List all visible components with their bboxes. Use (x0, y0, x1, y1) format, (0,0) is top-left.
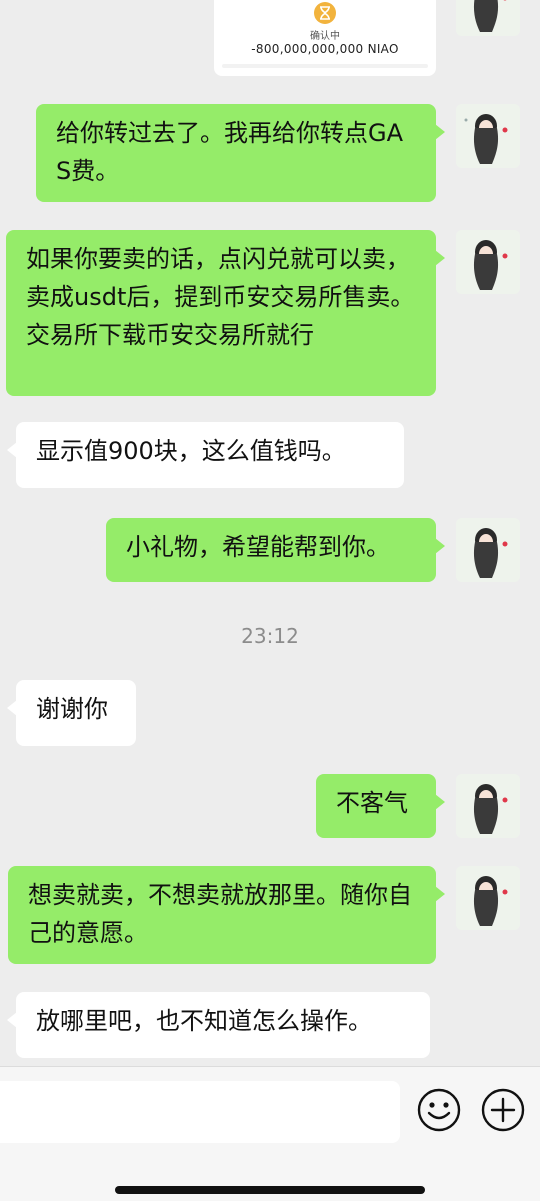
message-timestamp: 23:12 (241, 624, 299, 648)
emoji-icon[interactable] (416, 1087, 462, 1133)
contact-avatar[interactable] (456, 104, 520, 168)
home-indicator (115, 1186, 425, 1194)
transfer-status: 确认中 (310, 31, 340, 42)
message-bubble[interactable]: 给你转过去了。我再给你转点GAS费。 (36, 104, 445, 202)
message-bubble[interactable]: 想卖就卖，不想卖就放那里。随你自己的意愿。 (8, 866, 445, 964)
contact-avatar[interactable] (456, 230, 520, 294)
message-bubble[interactable]: 放哪里吧，也不知道怎么操作。 (7, 992, 430, 1058)
chat-input-bar (0, 1066, 540, 1201)
message-bubble[interactable]: 如果你要卖的话，点闪兑就可以卖，卖成usdt后，提到币安交易所售卖。交易所下载币… (6, 230, 445, 396)
contact-avatar[interactable] (456, 866, 520, 930)
contact-avatar[interactable] (456, 0, 520, 36)
transfer-card[interactable]: 确认中 -800,000,000,000 NIAO (214, 0, 436, 76)
message-bubble[interactable]: 显示值900块，这么值钱吗。 (7, 422, 404, 488)
message-input[interactable] (0, 1081, 400, 1143)
plus-icon[interactable] (480, 1087, 526, 1133)
transfer-amount: -800,000,000,000 NIAO (251, 42, 399, 56)
contact-avatar[interactable] (456, 518, 520, 582)
contact-avatar[interactable] (456, 774, 520, 838)
message-bubble[interactable]: 小礼物，希望能帮到你。 (106, 518, 445, 582)
message-bubble[interactable]: 谢谢你 (7, 680, 136, 746)
message-bubble[interactable]: 不客气 (316, 774, 445, 838)
hourglass-icon (314, 2, 336, 24)
card-divider (222, 64, 428, 68)
